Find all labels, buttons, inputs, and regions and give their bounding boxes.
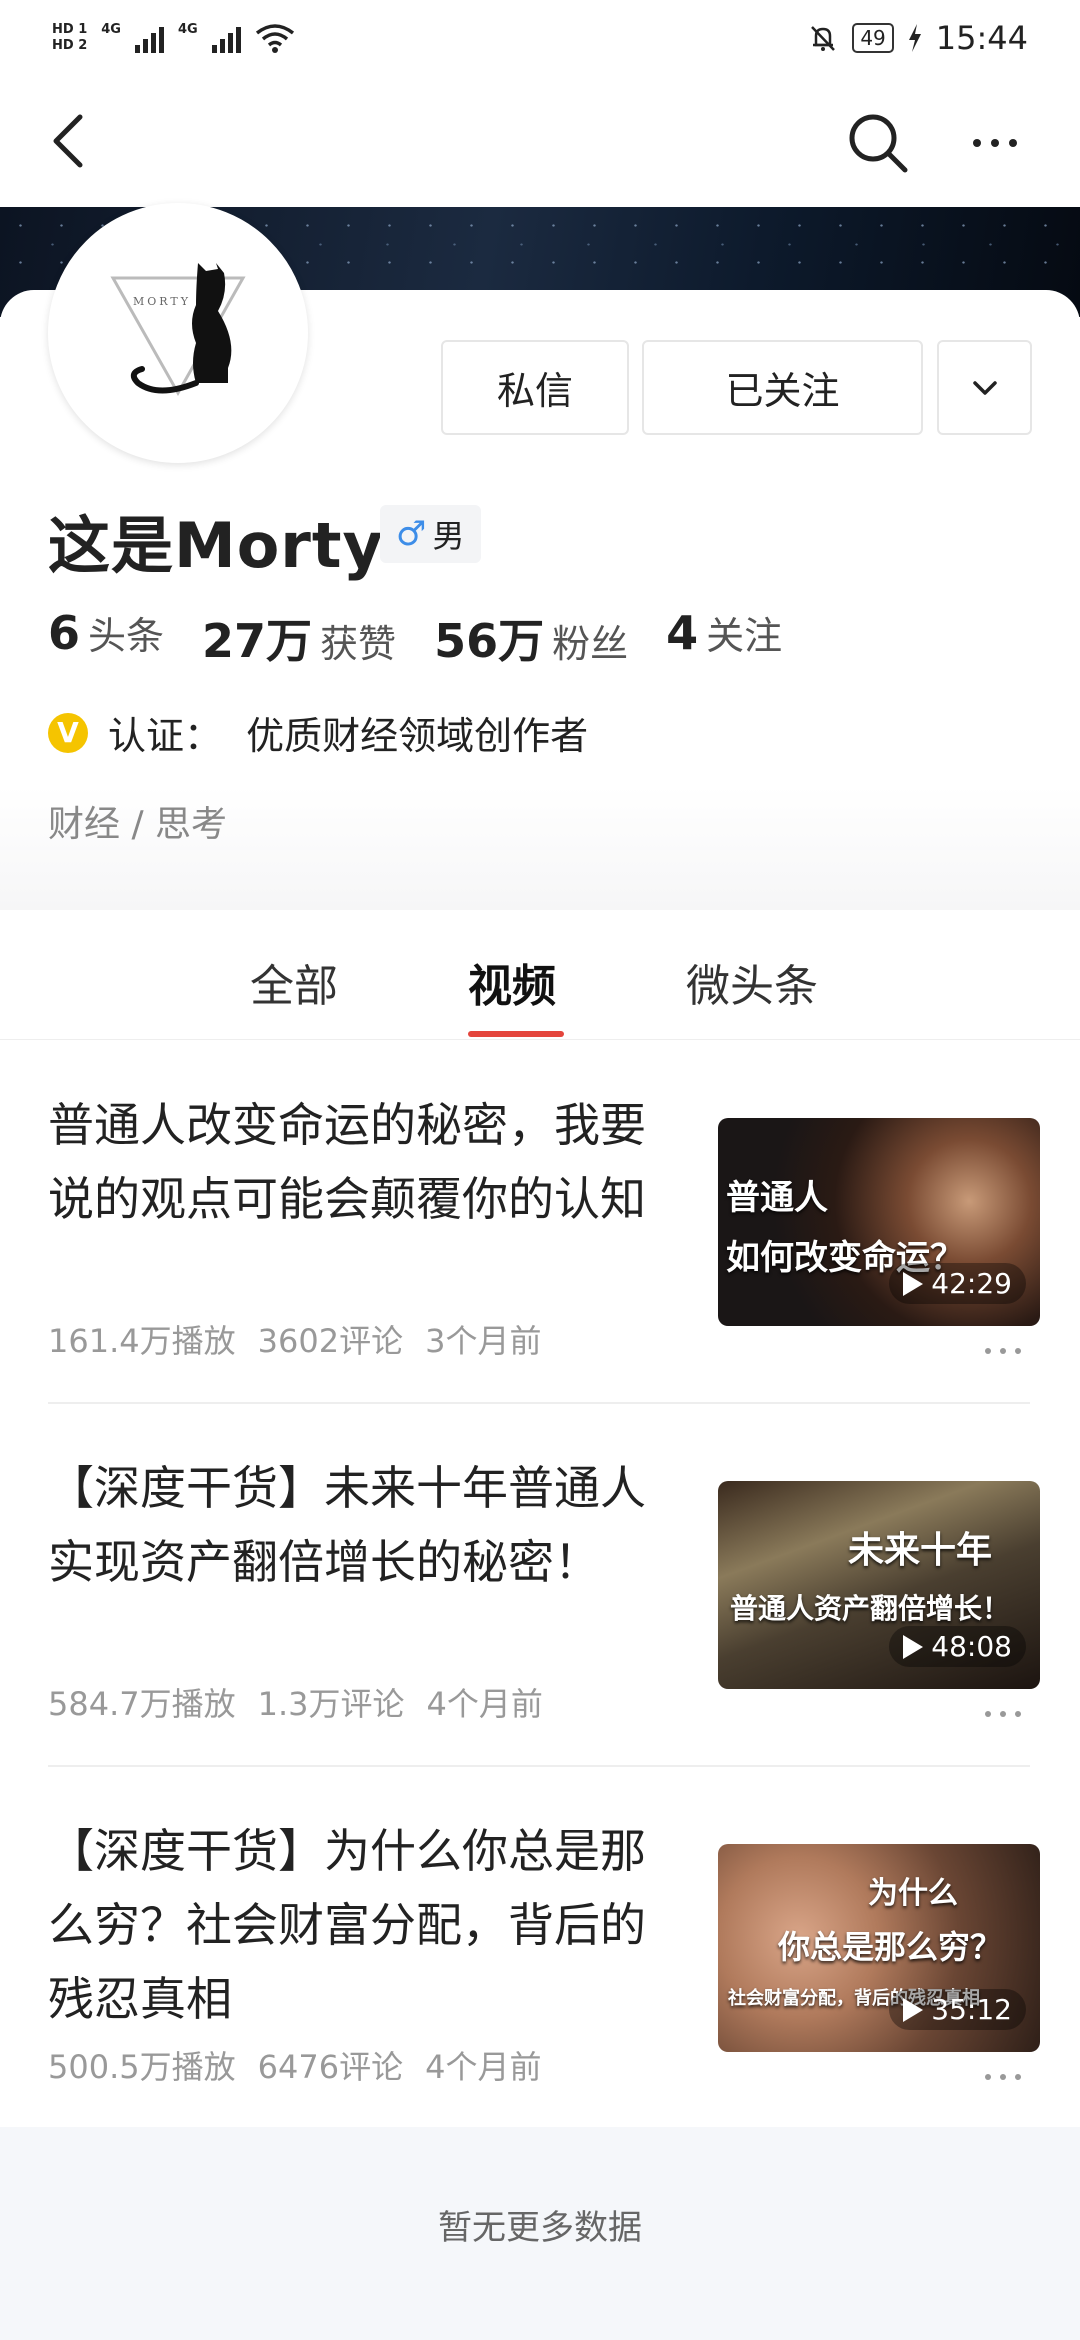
content-tabs: 全部 视频 微头条 <box>0 910 1080 1040</box>
publish-time: 4个月前 <box>425 2048 542 2086</box>
stat-label: 关注 <box>706 614 783 658</box>
hd-indicators: HD 1 HD 2 <box>52 22 87 54</box>
stat-number: 56万 <box>434 614 545 668</box>
list-footer: 暂无更多数据 <box>0 2127 1080 2340</box>
stat-number: 4 <box>666 606 699 660</box>
duration-text: 42:29 <box>931 1267 1012 1300</box>
duration-badge: 35:12 <box>889 1989 1026 2030</box>
duration-badge: 42:29 <box>889 1263 1026 1304</box>
dropdown-button[interactable] <box>937 340 1032 435</box>
publish-time: 4个月前 <box>426 1685 543 1723</box>
status-bar: HD 1 HD 2 4G 4G 49 15:44 <box>0 0 1080 75</box>
duration-text: 48:08 <box>931 1630 1012 1663</box>
active-tab-indicator <box>468 1031 564 1037</box>
video-meta: 500.5万播放 6476评论 4个月前 <box>48 2042 541 2088</box>
clock: 15:44 <box>935 18 1028 57</box>
stat-label: 粉丝 <box>552 622 629 666</box>
thumbnail-caption-1: 未来十年 <box>848 1530 993 1571</box>
divider <box>48 1402 1030 1404</box>
battery-indicator: 49 <box>852 22 894 53</box>
followed-button[interactable]: 已关注 <box>642 340 923 435</box>
video-thumbnail[interactable]: 为什么 你总是那么穷？ 社会财富分配，背后的残忍真相 35:12 <box>718 1844 1040 2052</box>
duration-text: 35:12 <box>931 1993 1012 2026</box>
video-title[interactable]: 【深度干货】未来十年普通人实现资产翻倍增长的秘密！ <box>48 1451 678 1599</box>
view-count: 584.7万播放 <box>48 1685 236 1723</box>
tab-all[interactable]: 全部 <box>250 950 338 1014</box>
male-icon: ♂ <box>396 514 427 554</box>
publish-time: 3个月前 <box>425 1322 542 1360</box>
comment-count: 6476评论 <box>257 2048 404 2086</box>
video-title[interactable]: 普通人改变命运的秘密，我要说的观点可能会颠覆你的认知 <box>48 1088 678 1236</box>
stat-posts[interactable]: 6 头条 <box>48 605 164 671</box>
wifi-icon <box>255 23 294 53</box>
comment-count: 1.3万评论 <box>257 1685 405 1723</box>
thumbnail-caption-2: 你总是那么穷？ <box>778 1928 1003 1966</box>
play-icon <box>903 1997 924 2022</box>
verification: V 认证： 优质财经领域创作者 <box>48 705 588 760</box>
video-title[interactable]: 【深度干货】为什么你总是那么穷？社会财富分配，背后的残忍真相 <box>48 1814 678 2036</box>
stat-fans[interactable]: 56万 粉丝 <box>434 605 628 671</box>
thumbnail-caption-1: 普通人 <box>726 1178 828 1218</box>
thumbnail-caption-2: 普通人资产翻倍增长！ <box>730 1592 1011 1625</box>
signal-icon-2 <box>211 23 241 53</box>
status-right: 49 15:44 <box>808 19 1028 57</box>
status-left: HD 1 HD 2 4G 4G <box>52 22 295 54</box>
duration-badge: 48:08 <box>889 1626 1026 1667</box>
comment-count: 3602评论 <box>257 1322 404 1360</box>
tab-video[interactable]: 视频 <box>468 950 556 1014</box>
stat-following[interactable]: 4 关注 <box>666 605 782 671</box>
stat-label: 头条 <box>88 614 165 658</box>
stat-number: 27万 <box>202 614 313 668</box>
avatar-text: MORTY <box>133 295 191 308</box>
message-button[interactable]: 私信 <box>441 340 629 435</box>
more-icon[interactable] <box>960 110 1030 176</box>
sim1-hd: HD 1 <box>52 21 88 37</box>
profile-name: 这是Morty <box>48 509 384 582</box>
profile-stats: 6 头条 27万 获赞 56万 粉丝 4 关注 <box>48 605 782 671</box>
search-icon[interactable] <box>845 110 911 176</box>
network-type-1: 4G <box>101 21 121 37</box>
view-count: 161.4万播放 <box>48 1322 236 1360</box>
stat-number: 6 <box>48 606 81 660</box>
verification-text: 认证： 优质财经领域创作者 <box>108 714 589 758</box>
divider <box>48 1765 1030 1767</box>
no-more-data-text: 暂无更多数据 <box>438 2208 642 2248</box>
more-icon[interactable] <box>985 2074 1021 2080</box>
sim2-hd: HD 2 <box>52 37 88 53</box>
network-type-2: 4G <box>177 21 198 37</box>
gender-label: 男 <box>432 517 465 555</box>
profile-tags: 财经 / 思考 <box>48 804 228 845</box>
signal-icon <box>134 23 164 53</box>
more-icon[interactable] <box>985 1711 1021 1717</box>
bell-off-icon <box>811 25 836 51</box>
gender-badge: ♂ 男 <box>380 505 481 563</box>
charging-icon <box>908 23 921 52</box>
play-icon <box>903 1271 924 1296</box>
view-count: 500.5万播放 <box>48 2048 236 2086</box>
verified-icon: V <box>48 712 88 753</box>
video-meta: 584.7万播放 1.3万评论 4个月前 <box>48 1679 543 1725</box>
stat-likes[interactable]: 27万 获赞 <box>202 605 396 671</box>
thumbnail-caption-1: 为什么 <box>868 1876 958 1911</box>
video-thumbnail[interactable]: 普通人 如何改变命运？ 42:29 <box>718 1118 1040 1326</box>
more-icon[interactable] <box>985 1348 1021 1354</box>
back-icon[interactable] <box>40 111 100 171</box>
play-icon <box>903 1634 924 1659</box>
list-item[interactable]: 【深度干货】为什么你总是那么穷？社会财富分配，背后的残忍真相 500.5万播放 … <box>0 1814 1080 2177</box>
cat-logo-icon: MORTY <box>110 263 246 397</box>
chevron-down-icon <box>972 380 997 395</box>
list-item[interactable]: 【深度干货】未来十年普通人实现资产翻倍增长的秘密！ 584.7万播放 1.3万评… <box>0 1451 1080 1814</box>
stat-label: 获赞 <box>320 622 397 666</box>
video-meta: 161.4万播放 3602评论 3个月前 <box>48 1316 541 1362</box>
tab-weitoutiao[interactable]: 微头条 <box>686 950 818 1014</box>
video-thumbnail[interactable]: 未来十年 普通人资产翻倍增长！ 48:08 <box>718 1481 1040 1689</box>
list-item[interactable]: 普通人改变命运的秘密，我要说的观点可能会颠覆你的认知 161.4万播放 3602… <box>0 1088 1080 1451</box>
avatar[interactable]: MORTY <box>48 203 308 463</box>
nav-bar <box>0 85 1080 205</box>
